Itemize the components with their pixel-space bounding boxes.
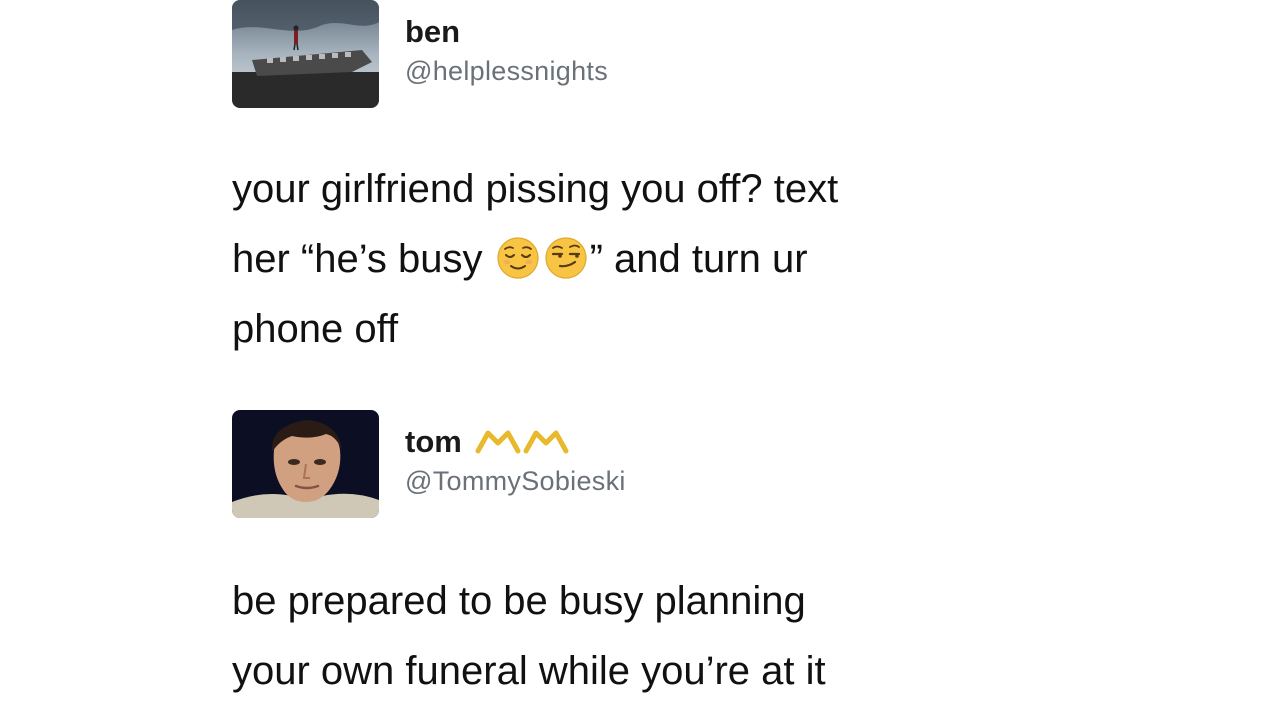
tweet-text: be prepared to be busy planning your own… bbox=[232, 566, 1112, 706]
user-handle[interactable]: @TommySobieski bbox=[405, 464, 626, 498]
avatar-young-man-photo-icon bbox=[232, 410, 379, 518]
avatar[interactable] bbox=[232, 0, 379, 108]
tweet-text-line: phone off bbox=[232, 307, 399, 351]
tweet-text-line: your own funeral while you’re at it bbox=[232, 649, 826, 693]
user-names: ben @helplessnights bbox=[405, 0, 608, 88]
user-handle[interactable]: @helplessnights bbox=[405, 54, 608, 88]
display-name[interactable]: tom bbox=[405, 422, 626, 462]
avatar-person-on-plane-wreck-icon bbox=[232, 0, 379, 108]
avatar[interactable] bbox=[232, 410, 379, 518]
tweet-text-line: ” and turn ur bbox=[589, 237, 808, 281]
relieved-face-emoji-icon bbox=[497, 237, 539, 279]
tweet-header: ben @helplessnights bbox=[232, 0, 1112, 110]
tweet-text-line: your girlfriend pissing you off? text bbox=[232, 167, 839, 211]
tweet-ben: ben @helplessnights your girlfriend piss… bbox=[232, 0, 1112, 364]
tweet-text-line: be prepared to be busy planning bbox=[232, 579, 806, 623]
display-name[interactable]: ben bbox=[405, 12, 608, 52]
smirking-face-emoji-icon bbox=[545, 237, 587, 279]
user-names: tom @TommySobieski bbox=[405, 410, 626, 498]
tweet-header: tom @TommySobieski bbox=[232, 410, 1112, 520]
tweet-text-line: her “he’s busy bbox=[232, 237, 494, 281]
crown-icon bbox=[475, 430, 569, 454]
tweet-text: your girlfriend pissing you off? text he… bbox=[232, 154, 1112, 364]
tweet-tom: tom @TommySobieski be prepared to be bus… bbox=[232, 410, 1112, 706]
display-name-text: tom bbox=[405, 424, 462, 459]
